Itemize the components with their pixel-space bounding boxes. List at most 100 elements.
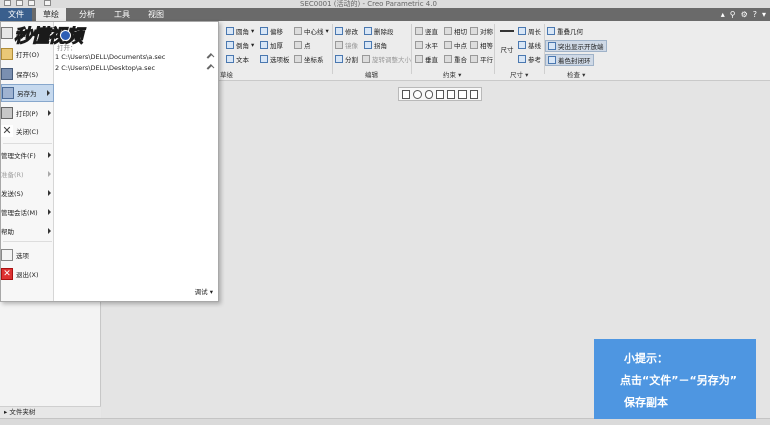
save-icon: [1, 68, 13, 80]
vertical-constraint-button[interactable]: 竖直: [415, 26, 438, 36]
centerline-button[interactable]: 中心线 ▾: [294, 26, 329, 36]
reference-icon: [518, 55, 526, 63]
manage-file-menu-item[interactable]: 管理文件(F): [1, 148, 54, 162]
print-menu-item[interactable]: 打印(P): [1, 104, 54, 122]
tab-analysis[interactable]: 分析: [70, 8, 104, 21]
mirror-button[interactable]: 镜像: [335, 40, 358, 50]
menu-divider: [3, 143, 52, 144]
collapse-icon[interactable]: ▴: [721, 10, 725, 19]
folder-icon: [1, 48, 13, 60]
submenu-arrow-icon: [48, 171, 51, 177]
equal-constraint-button[interactable]: 相等: [470, 40, 493, 50]
refit-icon[interactable]: [402, 89, 411, 99]
sketcher-display-filters-icon[interactable]: [469, 89, 478, 99]
tip-overlay: 小提示： 点击“文件”－“另存为” 保存副本: [594, 339, 756, 419]
reference-button[interactable]: 参考: [518, 54, 541, 64]
modify-button[interactable]: 修改: [335, 26, 358, 36]
horizontal-constraint-button[interactable]: 水平: [415, 40, 438, 50]
corner-button[interactable]: 拐角: [364, 40, 387, 50]
equal-constraint-icon: [470, 41, 478, 49]
divide-icon: [335, 55, 343, 63]
dimension-button[interactable]: 尺寸: [498, 26, 516, 62]
fillet-button[interactable]: 圆角 ▾: [226, 26, 254, 36]
offset-button[interactable]: 偏移: [260, 26, 283, 36]
delete-segment-icon: [364, 27, 372, 35]
overlapping-geometry-button[interactable]: 重叠几何: [547, 26, 583, 36]
thicken-button[interactable]: 加厚: [260, 40, 283, 50]
save-icon[interactable]: [28, 0, 35, 6]
zoom-in-icon[interactable]: [413, 89, 422, 99]
baseline-button[interactable]: 基线: [518, 40, 541, 50]
parallel-constraint-button[interactable]: 平行: [470, 54, 493, 64]
undo-icon[interactable]: [44, 0, 51, 6]
coordinate-system-button[interactable]: 坐标系: [294, 54, 324, 64]
text-button[interactable]: 文本: [226, 54, 249, 64]
help-icon[interactable]: ?: [753, 10, 757, 19]
delete-segment-button[interactable]: 删除段: [364, 26, 394, 36]
display-style-icon[interactable]: [447, 89, 456, 99]
ribbon-separator: [494, 24, 495, 74]
help-menu-item[interactable]: 帮助: [1, 224, 54, 238]
save-as-menu-item[interactable]: 另存为: [1, 84, 54, 102]
perpendicular-constraint-icon: [415, 55, 423, 63]
rotate-resize-icon: [362, 55, 370, 63]
pin-icon[interactable]: [206, 53, 215, 61]
ribbon-separator: [411, 24, 412, 74]
symmetric-constraint-button[interactable]: 对称: [470, 26, 493, 36]
settings-icon[interactable]: ⚙: [741, 10, 748, 19]
video-watermark: 秒懂视频: [14, 26, 84, 48]
close-menu-item[interactable]: ✕ 关闭(C): [1, 122, 54, 140]
open-icon[interactable]: [16, 0, 23, 6]
shade-closed-loops-icon: [548, 56, 556, 64]
mirror-icon: [335, 41, 343, 49]
perpendicular-constraint-button[interactable]: 垂直: [415, 54, 438, 64]
graphics-view-toolbar: [398, 87, 482, 101]
manage-session-menu-item[interactable]: 管理会话(M): [1, 205, 54, 219]
modify-icon: [335, 27, 343, 35]
recent-file-item[interactable]: 1 C:\Users\DELL\Documents\a.sec: [55, 52, 217, 63]
palette-button[interactable]: 选项板: [260, 54, 290, 64]
sketch-view-icon[interactable]: [458, 89, 467, 99]
close-icon: ✕: [1, 124, 13, 137]
perimeter-button[interactable]: 周长: [518, 26, 541, 36]
repaint-icon[interactable]: [435, 89, 445, 99]
recent-file-item[interactable]: 2 C:\Users\DELL\Desktop\a.sec: [55, 63, 217, 74]
tab-view[interactable]: 视图: [140, 8, 172, 21]
new-icon[interactable]: [4, 0, 11, 6]
tabbar-right-icons: ▴ ⚲ ⚙ ? ▾: [721, 9, 766, 20]
tab-file[interactable]: 文件: [0, 8, 32, 21]
exit-menu-item[interactable]: ✕ 退出(X): [1, 265, 54, 283]
group-label-constrain: 约束 ▾: [443, 71, 462, 79]
zoom-out-icon[interactable]: [424, 89, 433, 99]
more-icon[interactable]: ▾: [762, 10, 766, 19]
tangent-constraint-button[interactable]: 相切: [444, 26, 467, 36]
save-menu-item[interactable]: 保存(S): [1, 65, 54, 83]
submenu-arrow-icon: [48, 228, 51, 234]
send-menu-item[interactable]: 发送(S): [1, 186, 54, 200]
folder-tree-toggle[interactable]: ▸ 文件夹树: [0, 406, 101, 418]
search-icon[interactable]: ⚲: [730, 10, 736, 19]
symmetric-constraint-icon: [470, 27, 478, 35]
rotate-resize-button[interactable]: 旋转调整大小: [362, 54, 411, 64]
highlight-open-ends-button[interactable]: 突出显示开放端: [545, 40, 607, 52]
submenu-arrow-icon: [47, 90, 50, 96]
overlapping-geometry-icon: [547, 27, 555, 35]
point-button[interactable]: 点: [294, 40, 311, 50]
pin-icon[interactable]: [206, 64, 215, 72]
tab-sketch[interactable]: 草绘: [36, 8, 66, 21]
thicken-icon: [260, 41, 268, 49]
text-icon: [226, 55, 234, 63]
midpoint-constraint-button[interactable]: 中点: [444, 40, 467, 50]
ribbon-tab-bar: 文件 草绘 分析 工具 视图 ▴ ⚲ ⚙ ? ▾: [0, 8, 770, 21]
debug-menu-button[interactable]: 调试 ▾: [195, 286, 213, 296]
tab-tools[interactable]: 工具: [106, 8, 138, 21]
coincident-constraint-button[interactable]: 重合: [444, 54, 467, 64]
group-label-edit: 编辑: [365, 71, 378, 79]
vertical-constraint-icon: [415, 27, 423, 35]
options-menu-item[interactable]: 选项: [1, 246, 54, 264]
chamfer-button[interactable]: 倒角 ▾: [226, 40, 254, 50]
submenu-arrow-icon: [48, 209, 51, 215]
shade-closed-loops-button[interactable]: 着色封闭环: [545, 54, 594, 66]
divide-button[interactable]: 分割: [335, 54, 358, 64]
tangent-constraint-icon: [444, 27, 452, 35]
